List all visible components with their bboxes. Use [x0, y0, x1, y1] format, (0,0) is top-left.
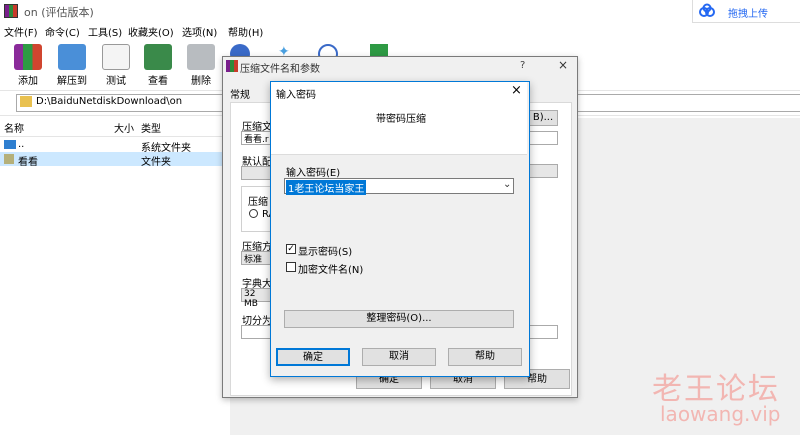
file-row[interactable]: 看看 文件夹 — [0, 152, 230, 168]
extract-to-icon — [58, 44, 86, 70]
extract-to-label: 解压到 — [57, 76, 87, 87]
tab-general[interactable]: 常规 — [230, 86, 250, 101]
title-bar — [0, 0, 800, 22]
split-dropdown[interactable] — [528, 325, 558, 339]
folder-icon — [20, 96, 32, 107]
profile-dropdown[interactable] — [241, 166, 271, 180]
parent-folder-icon — [4, 140, 16, 149]
browse-button[interactable]: B)... — [528, 110, 558, 126]
add-button[interactable]: 添加 — [8, 44, 48, 87]
organize-passwords-button[interactable]: 整理密码(O)... — [284, 310, 514, 328]
view-button[interactable]: 查看 — [138, 44, 178, 87]
test-button[interactable]: 测试 — [96, 44, 136, 87]
password-cancel-button[interactable]: 取消 — [362, 348, 436, 366]
address-path: D:\BaiduNetdiskDownload\on — [36, 96, 183, 107]
menu-bar: 文件(F) 命令(C) 工具(S) 收藏夹(O) 选项(N) 帮助(H) — [0, 24, 800, 42]
close-icon[interactable]: × — [511, 83, 522, 98]
password-header-text: 带密码压缩 — [376, 114, 426, 125]
format-label: 压缩 — [248, 197, 268, 208]
delete-label: 删除 — [191, 76, 211, 87]
view-icon — [144, 44, 172, 70]
password-help-button[interactable]: 帮助 — [448, 348, 522, 366]
dialog-help-icon[interactable]: ? — [520, 60, 525, 71]
delete-icon — [187, 44, 215, 70]
file-type: 文件夹 — [141, 157, 171, 168]
profile-dropdown-arrow[interactable] — [528, 164, 558, 178]
password-ok-button[interactable]: 确定 — [276, 348, 350, 366]
file-row[interactable]: .. 系统文件夹 — [0, 138, 230, 154]
extract-to-button[interactable]: 解压到 — [52, 44, 92, 87]
show-password-label[interactable]: 显示密码(S) — [298, 243, 352, 258]
encrypt-names-label[interactable]: 加密文件名(N) — [298, 261, 363, 276]
watermark-en: laowang.vip — [660, 402, 781, 426]
archive-name-field[interactable]: 看看.r — [241, 131, 271, 145]
method-dropdown[interactable]: 标准 — [241, 251, 271, 265]
window-title: on (评估版本) — [24, 6, 94, 19]
archive-dialog-title: 压缩文件名和参数 — [240, 64, 320, 75]
chevron-down-icon[interactable]: ⌄ — [503, 179, 511, 190]
menu-commands[interactable]: 命令(C) — [45, 24, 80, 39]
delete-button[interactable]: 删除 — [181, 44, 221, 87]
file-name: .. — [18, 139, 25, 150]
radio-icon[interactable] — [249, 209, 258, 218]
col-name[interactable]: 名称 — [4, 120, 24, 135]
show-password-checkbox[interactable]: ✓ — [286, 244, 296, 254]
column-header: 名称 大小 类型 — [0, 118, 230, 137]
menu-tools[interactable]: 工具(S) — [88, 24, 122, 39]
close-icon[interactable]: × — [558, 58, 568, 72]
winrar-app-icon — [4, 4, 18, 18]
cloud-upload-label: 拖拽上传 — [728, 9, 768, 20]
col-type[interactable]: 类型 — [141, 120, 161, 135]
dict-dropdown[interactable]: 32 MB — [241, 288, 271, 309]
split-field[interactable] — [241, 325, 271, 339]
archive-name-dropdown[interactable] — [528, 131, 558, 145]
menu-file[interactable]: 文件(F) — [4, 24, 38, 39]
menu-favorites[interactable]: 收藏夹(O) — [128, 24, 174, 39]
col-size[interactable]: 大小 — [114, 120, 134, 135]
test-icon — [102, 44, 130, 70]
test-label: 测试 — [106, 76, 126, 87]
menu-help[interactable]: 帮助(H) — [228, 24, 263, 39]
add-label: 添加 — [18, 76, 38, 87]
file-name: 看看 — [18, 157, 38, 168]
password-label: 输入密码(E) — [286, 168, 341, 179]
winrar-dialog-icon — [226, 60, 238, 72]
add-archive-icon — [14, 44, 42, 70]
menu-options[interactable]: 选项(N) — [182, 24, 217, 39]
cloud-icon — [699, 3, 715, 17]
password-value[interactable]: 1老王论坛当家王 — [286, 180, 367, 195]
encrypt-names-checkbox[interactable] — [286, 262, 296, 272]
view-label: 查看 — [148, 76, 168, 87]
password-dialog-title: 输入密码 — [276, 90, 316, 101]
folder-icon — [4, 154, 14, 164]
